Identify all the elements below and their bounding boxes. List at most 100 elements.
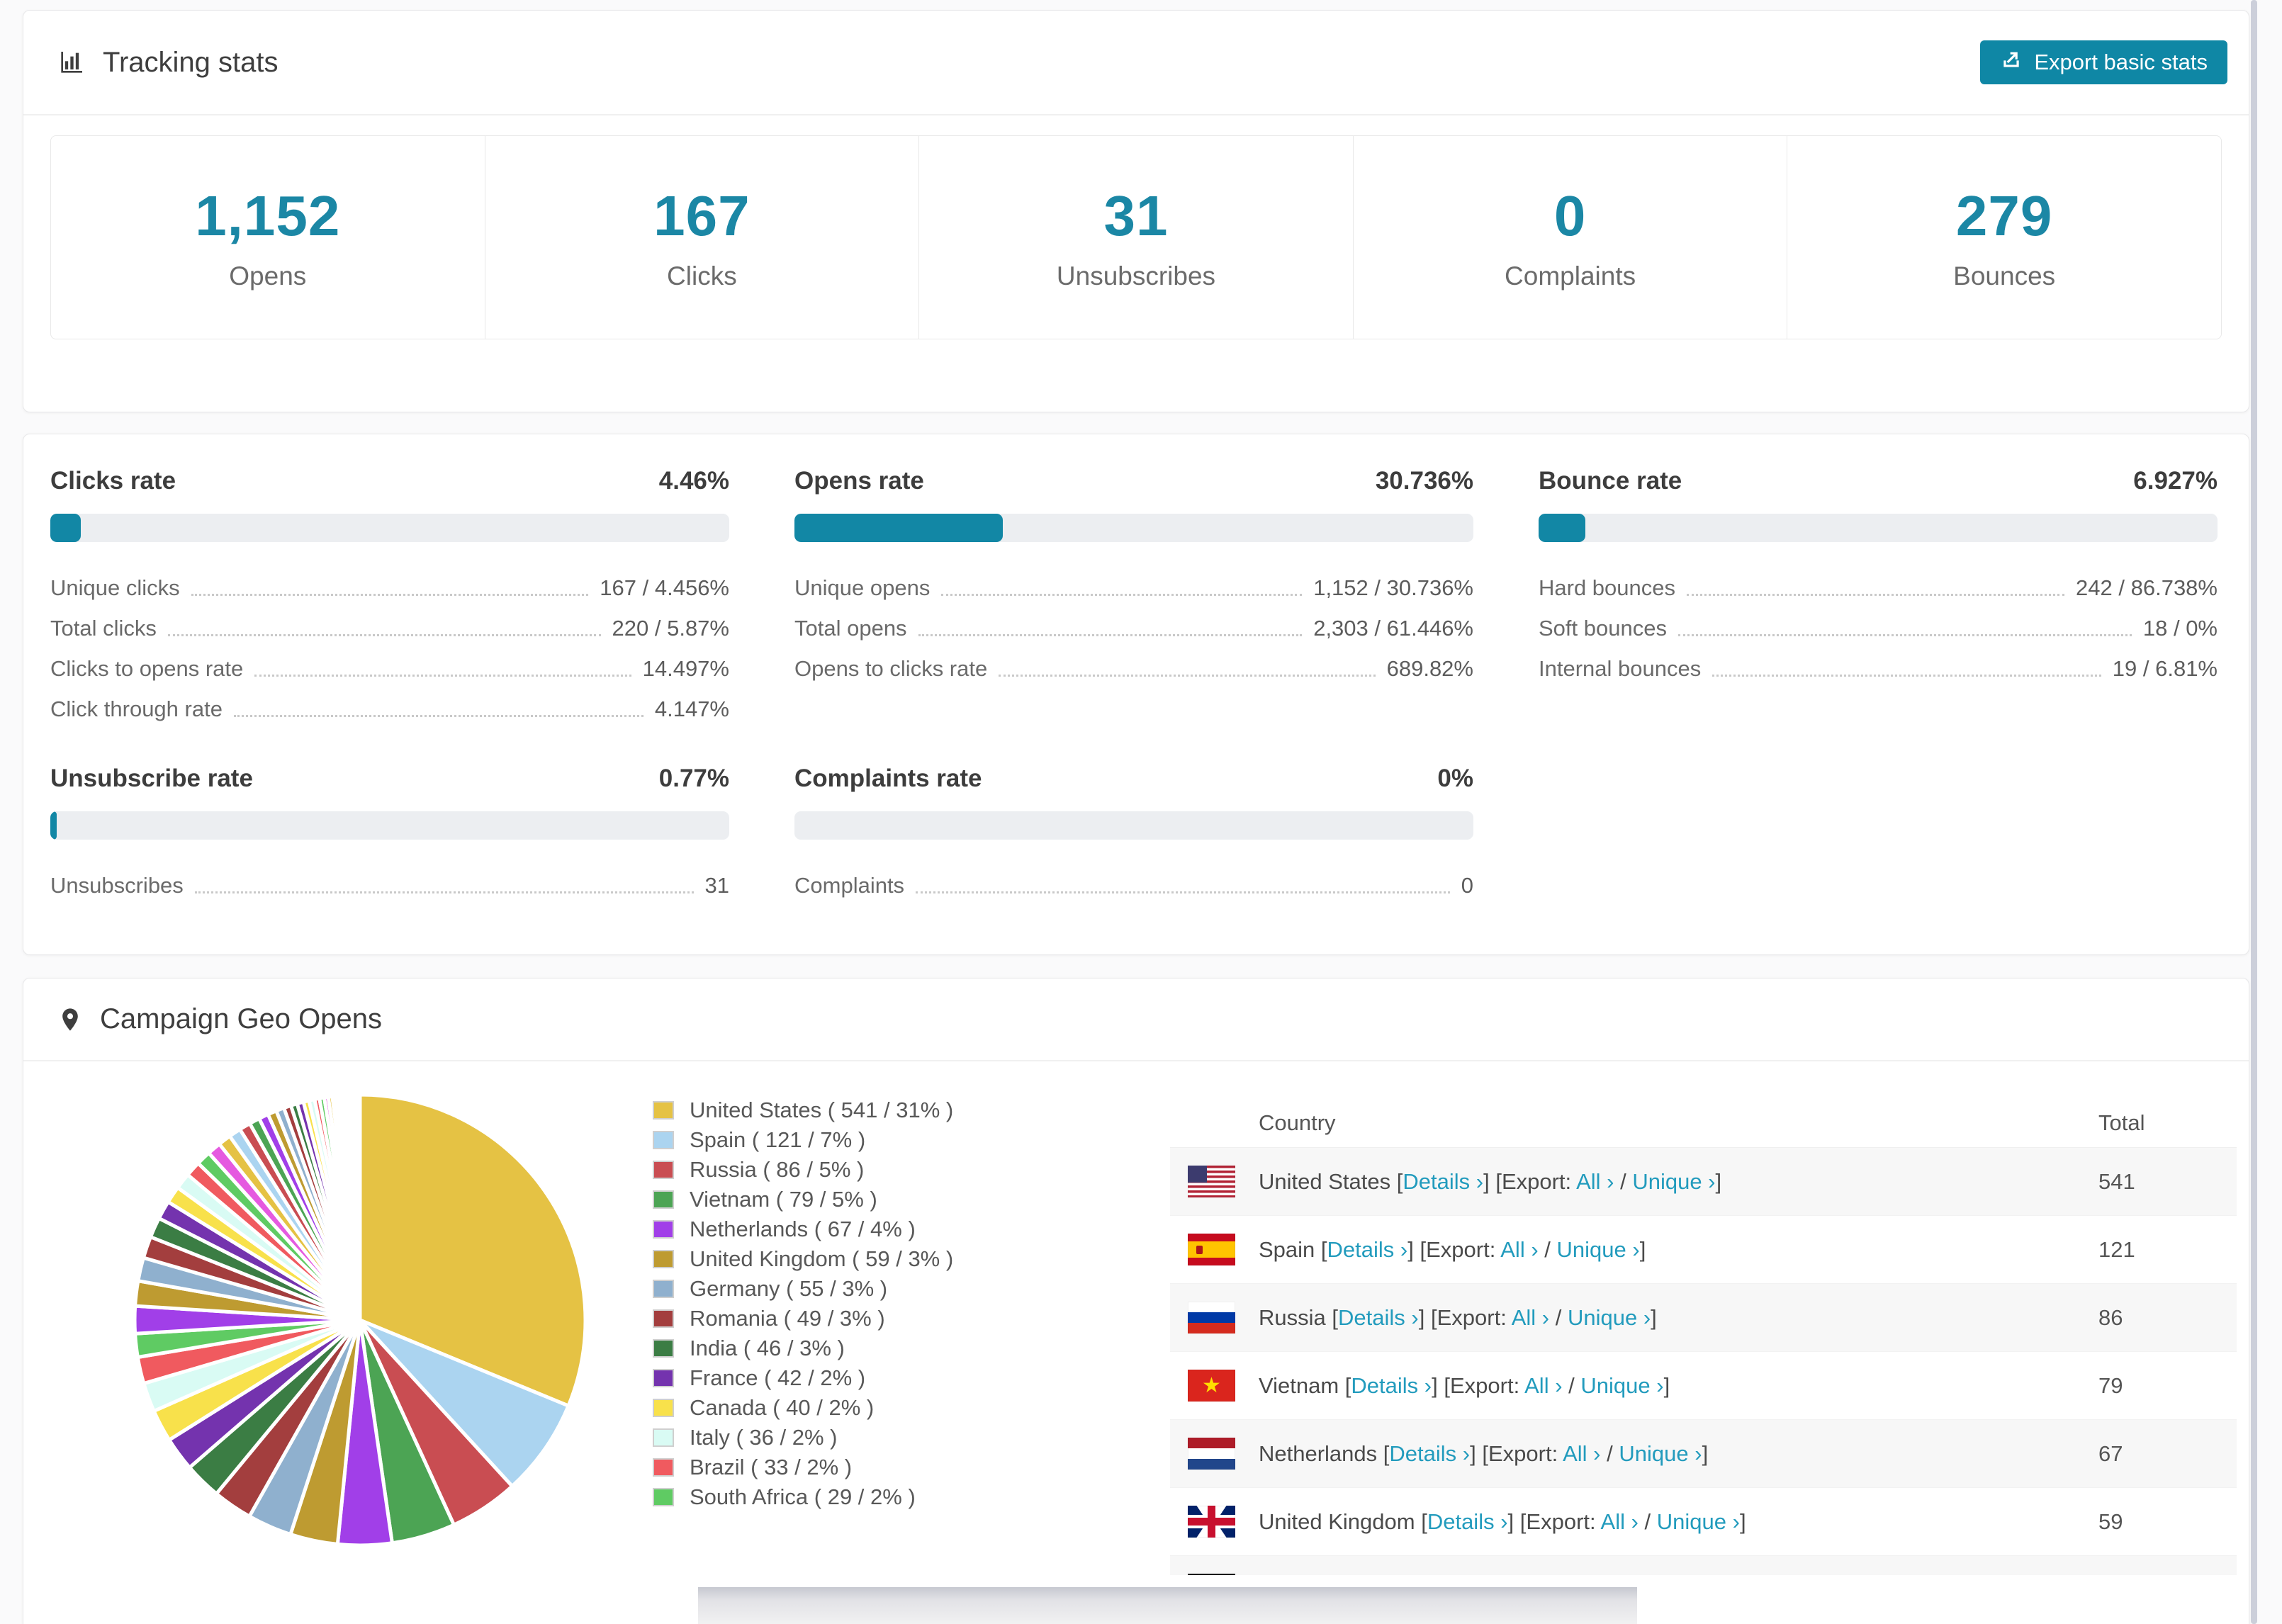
export-unique-link[interactable]: Unique › — [1568, 1305, 1651, 1330]
legend-item-canada[interactable]: Canada ( 40 / 2% ) — [653, 1393, 1106, 1423]
export-all-link[interactable]: All › — [1500, 1237, 1538, 1262]
horizontal-scrollbar[interactable] — [698, 1587, 1637, 1624]
metric-value: 689.82% — [1386, 656, 1473, 682]
dotted-leader — [254, 675, 631, 677]
vertical-scrollbar[interactable] — [2251, 0, 2257, 1624]
geo-table-header: Country Total — [1170, 1092, 2237, 1148]
export-unique-link[interactable]: Unique › — [1580, 1373, 1663, 1398]
summary-stat-unsubscribes: 31 Unsubscribes — [918, 136, 1353, 339]
export-prefix: Export: — [1426, 1236, 1496, 1262]
metric-label: Click through rate — [50, 697, 223, 722]
details-link[interactable]: Details › — [1351, 1373, 1432, 1398]
metric-list: Unique opens 1,152 / 30.736% Total opens 2,… — [794, 560, 1473, 682]
legend-item-france[interactable]: France ( 42 / 2% ) — [653, 1363, 1106, 1393]
stat-label: Bounces — [1953, 261, 2056, 291]
rate-block-complaints-rate: Complaints rate 0% Complaints 0 — [794, 765, 1473, 898]
rate-value: 30.736% — [1375, 467, 1473, 495]
metric-row: Clicks to opens rate 14.497% — [50, 641, 729, 682]
geo-opens-header: Campaign Geo Opens — [23, 979, 2249, 1061]
export-unique-link[interactable]: Unique › — [1557, 1237, 1640, 1262]
country-name: United Kingdom — [1259, 1509, 1415, 1534]
table-row — [1170, 1556, 2237, 1575]
dotted-leader — [1677, 634, 2132, 636]
export-unique-link[interactable]: Unique › — [1632, 1169, 1715, 1194]
legend-item-vietnam[interactable]: Vietnam ( 79 / 5% ) — [653, 1185, 1106, 1214]
geo-pie-chart[interactable] — [116, 1076, 605, 1564]
legend-item-germany[interactable]: Germany ( 55 / 3% ) — [653, 1274, 1106, 1304]
metric-value: 167 / 4.456% — [600, 575, 729, 601]
legend-swatch — [653, 1339, 674, 1358]
stat-value: 1,152 — [195, 184, 341, 247]
export-button-label: Export basic stats — [2034, 50, 2208, 74]
details-link[interactable]: Details › — [1427, 1509, 1508, 1534]
table-row-united-kingdom: United Kingdom [Details ›] [Export: All … — [1170, 1488, 2237, 1556]
legend-item-italy[interactable]: Italy ( 36 / 2% ) — [653, 1423, 1106, 1453]
export-all-link[interactable]: All › — [1524, 1373, 1562, 1398]
legend-item-united-states[interactable]: United States ( 541 / 31% ) — [653, 1095, 1106, 1125]
metric-list: Hard bounces 242 / 86.738% Soft bounces 18 … — [1539, 560, 2218, 682]
export-unique-link[interactable]: Unique › — [1657, 1509, 1740, 1534]
column-header-total: Total — [2098, 1110, 2145, 1135]
legend-item-india[interactable]: India ( 46 / 3% ) — [653, 1333, 1106, 1363]
legend-item-russia[interactable]: Russia ( 86 / 5% ) — [653, 1155, 1106, 1185]
metric-row: Unique clicks 167 / 4.456% — [50, 560, 729, 601]
legend-item-south-africa[interactable]: South Africa ( 29 / 2% ) — [653, 1482, 1106, 1512]
summary-stat-bounces: 279 Bounces — [1787, 136, 2221, 339]
progress-track — [1539, 514, 2218, 542]
legend-label: Italy ( 36 / 2% ) — [690, 1425, 838, 1450]
total-cell: 541 — [2098, 1168, 2135, 1194]
export-all-link[interactable]: All › — [1563, 1441, 1600, 1466]
rate-title: Opens rate — [794, 467, 924, 495]
bracket: ] — [1470, 1440, 1476, 1466]
total-cell: 121 — [2098, 1236, 2135, 1262]
metric-value: 19 / 6.81% — [2112, 656, 2218, 682]
metric-label: Soft bounces — [1539, 616, 1667, 641]
metric-value: 4.147% — [654, 697, 729, 722]
legend-item-spain[interactable]: Spain ( 121 / 7% ) — [653, 1125, 1106, 1155]
legend-item-brazil[interactable]: Brazil ( 33 / 2% ) — [653, 1453, 1106, 1482]
dotted-leader — [1712, 675, 2101, 677]
export-prefix: Export: — [1437, 1304, 1507, 1330]
legend-swatch — [653, 1428, 674, 1447]
progress-track — [50, 811, 729, 840]
metric-label: Internal bounces — [1539, 656, 1702, 682]
country-cell: United Kingdom [Details ›] [Export: All … — [1259, 1509, 1746, 1535]
rates-grid: Clicks rate 4.46% Unique clicks 167 / 4.456… — [23, 434, 2249, 898]
details-link[interactable]: Details › — [1403, 1169, 1483, 1194]
bracket: ] — [1739, 1509, 1746, 1534]
metric-value: 0 — [1461, 873, 1473, 898]
metric-row: Total opens 2,303 / 61.446% — [794, 601, 1473, 641]
legend-item-united-kingdom[interactable]: United Kingdom ( 59 / 3% ) — [653, 1244, 1106, 1274]
legend-label: Russia ( 86 / 5% ) — [690, 1157, 865, 1182]
details-link[interactable]: Details › — [1327, 1237, 1408, 1262]
legend-item-netherlands[interactable]: Netherlands ( 67 / 4% ) — [653, 1214, 1106, 1244]
legend-label: South Africa ( 29 / 2% ) — [690, 1484, 916, 1509]
metric-row: Complaints 0 — [794, 858, 1473, 898]
legend-item-romania[interactable]: Romania ( 49 / 3% ) — [653, 1304, 1106, 1333]
export-all-link[interactable]: All › — [1601, 1509, 1639, 1534]
rate-header: Bounce rate 6.927% — [1539, 467, 2218, 495]
dotted-leader — [916, 891, 1450, 893]
flag-nl-icon — [1188, 1438, 1235, 1470]
pie-slice-other[interactable] — [357, 1093, 362, 1322]
rate-value: 0% — [1437, 765, 1473, 792]
bracket: ] — [1651, 1304, 1657, 1330]
details-link[interactable]: Details › — [1389, 1441, 1470, 1466]
metric-label: Complaints — [794, 873, 905, 898]
flag-gb-icon — [1188, 1506, 1235, 1538]
export-unique-link[interactable]: Unique › — [1619, 1441, 1702, 1466]
export-basic-stats-button[interactable]: Export basic stats — [1980, 40, 2227, 84]
details-link[interactable]: Details › — [1338, 1305, 1419, 1330]
rate-title: Complaints rate — [794, 765, 982, 792]
metric-label: Unique opens — [794, 575, 931, 601]
bracket: ] — [1483, 1168, 1490, 1194]
legend-swatch — [653, 1250, 674, 1268]
metric-value: 31 — [704, 873, 729, 898]
legend-swatch — [653, 1220, 674, 1239]
rate-title: Bounce rate — [1539, 467, 1682, 495]
legend-label: Germany ( 55 / 3% ) — [690, 1276, 888, 1301]
export-all-link[interactable]: All › — [1512, 1305, 1549, 1330]
rate-block-clicks-rate: Clicks rate 4.46% Unique clicks 167 / 4.456… — [50, 467, 729, 722]
metric-value: 18 / 0% — [2142, 616, 2218, 641]
export-all-link[interactable]: All › — [1576, 1169, 1614, 1194]
